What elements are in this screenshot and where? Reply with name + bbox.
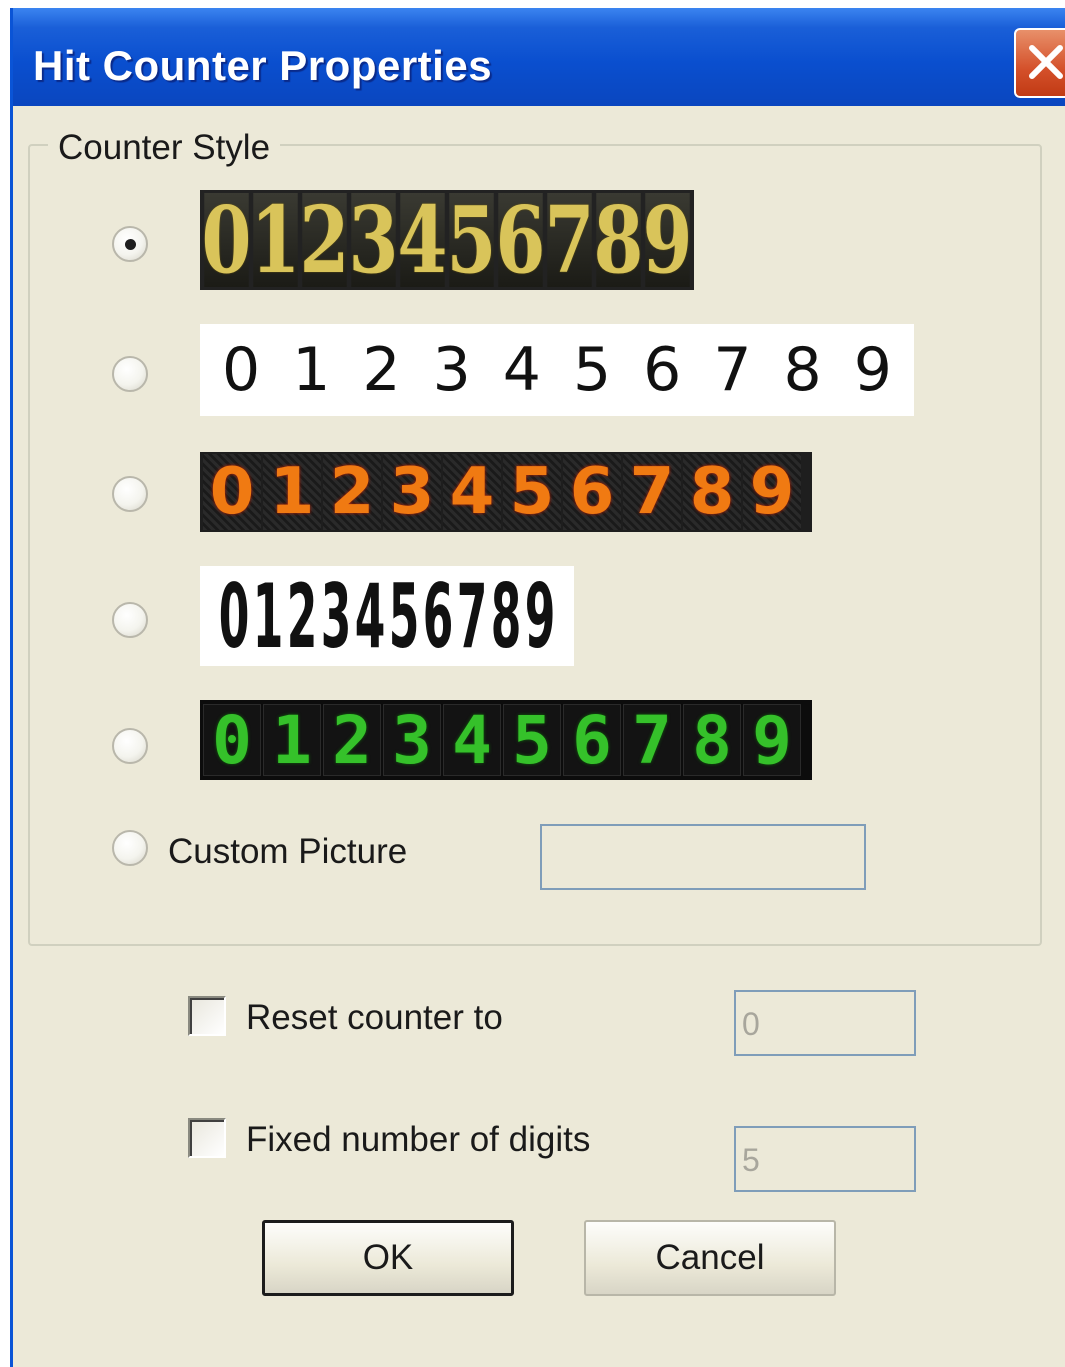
preview-digit: 9 xyxy=(853,335,892,405)
gold-digits-preview[interactable]: 0123456789 xyxy=(200,186,694,294)
fixed-digits-field[interactable]: 5 xyxy=(734,1126,916,1192)
preview-digit: 0 xyxy=(218,564,250,668)
green-led-digits-preview[interactable]: 0123456789 xyxy=(200,700,812,780)
preview-digit: 5 xyxy=(503,454,561,530)
preview-digit: 6 xyxy=(643,335,682,405)
reset-counter-field[interactable]: 0 xyxy=(734,990,916,1056)
cancel-button[interactable]: Cancel xyxy=(584,1220,836,1296)
preview-digit: 8 xyxy=(490,564,522,668)
preview-digit: 4 xyxy=(443,454,501,530)
preview-digit: 4 xyxy=(354,564,386,668)
preview-digit: 4 xyxy=(397,186,448,294)
ok-button-label: OK xyxy=(362,1238,414,1277)
radio-selected-dot xyxy=(125,239,136,250)
preview-digit: 6 xyxy=(422,564,454,668)
preview-digit: 8 xyxy=(683,454,741,530)
close-button[interactable] xyxy=(1014,28,1065,98)
preview-digit: 1 xyxy=(263,454,321,530)
preview-digit: 2 xyxy=(362,335,401,405)
preview-digit: 6 xyxy=(495,186,546,294)
fixed-digits-checkbox[interactable] xyxy=(188,1118,226,1158)
preview-digit: 3 xyxy=(432,335,471,405)
preview-digit: 7 xyxy=(713,335,752,405)
style-2-radio[interactable] xyxy=(112,356,148,392)
style-4-radio[interactable] xyxy=(112,602,148,638)
preview-digit: 9 xyxy=(642,186,693,294)
preview-digit: 1 xyxy=(252,564,284,668)
style-1-radio[interactable] xyxy=(112,226,148,262)
preview-digit: 9 xyxy=(743,454,801,530)
style-5-radio[interactable] xyxy=(112,728,148,764)
preview-digit: 0 xyxy=(201,186,252,294)
preview-digit: 5 xyxy=(388,564,420,668)
preview-digit: 2 xyxy=(323,702,381,779)
preview-digit: 0 xyxy=(203,702,261,779)
preview-digit: 7 xyxy=(456,564,488,668)
style-3-radio[interactable] xyxy=(112,476,148,512)
preview-digit: 5 xyxy=(446,186,497,294)
close-icon xyxy=(1029,45,1063,79)
preview-digit: 2 xyxy=(286,564,318,668)
preview-digit: 1 xyxy=(250,186,301,294)
preview-digit: 3 xyxy=(320,564,352,668)
reset-counter-checkbox[interactable] xyxy=(188,996,226,1036)
fixed-digits-label: Fixed number of digits xyxy=(246,1120,591,1159)
preview-digit: 1 xyxy=(263,702,321,779)
preview-digit: 3 xyxy=(348,186,399,294)
custom-picture-field[interactable] xyxy=(540,824,866,890)
preview-digit: 2 xyxy=(299,186,350,294)
preview-digit: 7 xyxy=(623,454,681,530)
preview-digit: 5 xyxy=(503,702,561,779)
custom-picture-label: Custom Picture xyxy=(168,832,408,871)
reset-counter-label: Reset counter to xyxy=(246,998,503,1037)
preview-digit: 8 xyxy=(593,186,644,294)
preview-digit: 4 xyxy=(443,702,501,779)
orange-digits-preview[interactable]: 0123456789 xyxy=(200,452,812,532)
preview-digit: 4 xyxy=(502,335,541,405)
condensed-digits-preview[interactable]: 0123456789 xyxy=(200,564,574,668)
handwritten-digits-preview[interactable]: 0123456789 xyxy=(200,324,914,416)
ok-button[interactable]: OK xyxy=(262,1220,514,1296)
preview-digit: 3 xyxy=(383,454,441,530)
title-bar[interactable]: Hit Counter Properties xyxy=(13,8,1065,106)
custom-picture-radio[interactable] xyxy=(112,830,148,866)
preview-digit: 7 xyxy=(544,186,595,294)
preview-digit: 0 xyxy=(222,335,261,405)
preview-digit: 1 xyxy=(292,335,331,405)
preview-digit: 7 xyxy=(623,702,681,779)
counter-style-label: Counter Style xyxy=(48,128,281,168)
preview-digit: 3 xyxy=(383,702,441,779)
preview-digit: 6 xyxy=(563,454,621,530)
cancel-button-label: Cancel xyxy=(655,1238,765,1277)
preview-digit: 8 xyxy=(683,702,741,779)
preview-digit: 0 xyxy=(203,454,261,530)
preview-digit: 9 xyxy=(743,702,801,779)
preview-digit: 8 xyxy=(783,335,822,405)
preview-digit: 5 xyxy=(572,335,612,405)
preview-digit: 6 xyxy=(563,702,621,779)
preview-digit: 9 xyxy=(524,564,556,668)
window-title: Hit Counter Properties xyxy=(33,42,493,89)
preview-digit: 2 xyxy=(323,454,381,530)
